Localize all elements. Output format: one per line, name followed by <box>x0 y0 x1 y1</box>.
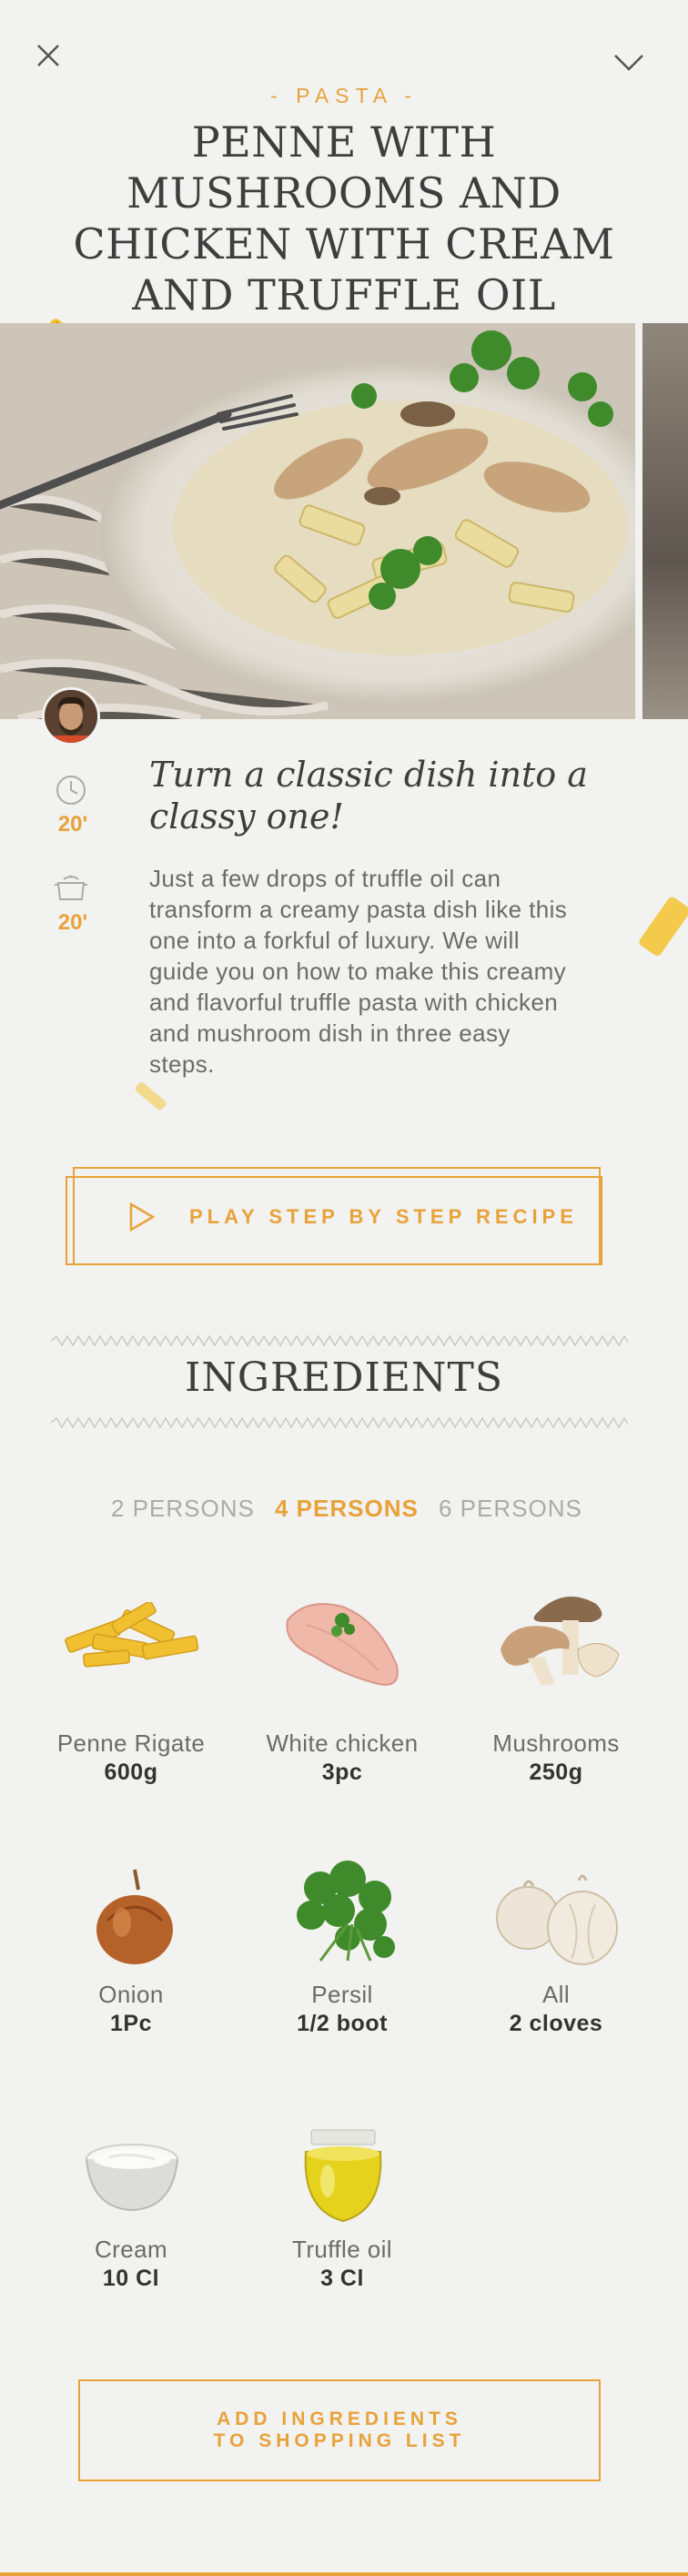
persons-option-4[interactable]: 4 PERSONS <box>275 1495 419 1523</box>
ingredient-item: Truffle oil 3 Cl <box>251 2236 433 2292</box>
ingredient-qty: 3 Cl <box>320 2266 364 2291</box>
ingredient-qty: 10 Cl <box>102 2266 160 2291</box>
ingredient-qty: 3pc <box>321 1760 363 1785</box>
persons-option-6[interactable]: 6 PERSONS <box>439 1495 582 1523</box>
pot-icon <box>53 872 89 903</box>
onion-icon <box>89 1866 180 1966</box>
play-recipe-button[interactable]: PLAY STEP BY STEP RECIPE <box>66 1167 602 1265</box>
ingredient-item: Cream 10 Cl <box>40 2236 222 2292</box>
chicken-icon <box>278 1593 411 1693</box>
ingredient-item: Mushrooms 250g <box>465 1729 647 1786</box>
ingredient-item: All 2 cloves <box>465 1981 647 2037</box>
persons-option-2[interactable]: 2 PERSONS <box>111 1495 255 1523</box>
ingredients-title: INGREDIENTS <box>184 1354 504 1401</box>
prep-time: 20' <box>57 812 88 837</box>
recipe-category: - PASTA - <box>270 84 418 107</box>
penne-icon <box>56 1600 207 1675</box>
divider <box>50 1334 685 1347</box>
ingredient-name: Penne Rigate <box>56 1729 206 1757</box>
clock-icon <box>55 774 87 806</box>
ingredient-item: Penne Rigate 600g <box>40 1729 222 1786</box>
recipe-title: PENNE WITH MUSHROOMS AND CHICKEN WITH CR… <box>73 117 615 319</box>
add-to-shopping-list-button[interactable]: ADD INGREDIENTS TO SHOPPING LIST <box>78 2379 601 2481</box>
ingredient-name: White chicken <box>266 1729 419 1757</box>
penne-decoration-icon <box>628 887 688 969</box>
cook-time: 20' <box>57 910 88 935</box>
divider <box>50 1416 685 1429</box>
hero-next-image[interactable] <box>642 323 688 719</box>
parsley-icon <box>284 1861 404 1966</box>
cream-bowl-icon <box>82 2139 182 2216</box>
penne-decoration-icon <box>127 1074 173 1120</box>
recipe-hero-image <box>0 323 635 719</box>
recipe-description: Just a few drops of truffle oil can tran… <box>149 865 568 1078</box>
chevron-down-icon[interactable] <box>613 53 644 73</box>
mushroom-icon <box>491 1586 628 1695</box>
add-to-shopping-list-label: ADD INGREDIENTS TO SHOPPING LIST <box>213 2409 466 2451</box>
ingredient-item: White chicken 3pc <box>251 1729 433 1786</box>
oil-jar-icon <box>298 2126 388 2225</box>
ingredient-name: Cream <box>94 2236 167 2263</box>
avatar[interactable] <box>42 687 100 745</box>
ingredient-name: Truffle oil <box>292 2236 392 2263</box>
ingredient-qty: 1/2 boot <box>297 2011 388 2036</box>
ingredient-name: All <box>541 1981 571 2008</box>
recipe-tagline: Turn a classic dish into a classy one! <box>149 755 588 837</box>
ingredient-qty: 2 cloves <box>509 2011 603 2036</box>
play-recipe-label: PLAY STEP BY STEP RECIPE <box>189 1205 578 1228</box>
ingredient-name: Mushrooms <box>492 1729 620 1757</box>
bottom-accent-line <box>0 2572 688 2576</box>
ingredient-item: Persil 1/2 boot <box>251 1981 433 2037</box>
ingredient-item: Onion 1Pc <box>40 1981 222 2037</box>
ingredient-name: Onion <box>98 1981 164 2008</box>
ingredient-name: Persil <box>311 1981 373 2008</box>
ingredient-qty: 600g <box>104 1760 158 1785</box>
ingredient-qty: 250g <box>529 1760 583 1785</box>
close-icon[interactable] <box>35 42 62 69</box>
ingredient-qty: 1Pc <box>110 2011 152 2036</box>
play-icon <box>127 1202 157 1232</box>
garlic-icon <box>488 1868 621 1970</box>
